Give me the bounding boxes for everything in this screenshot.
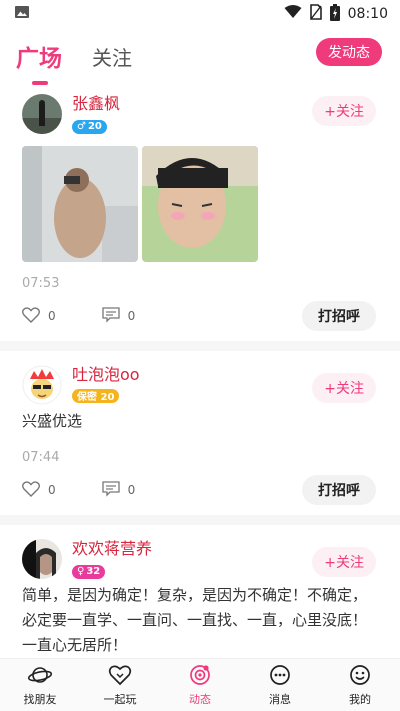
comment-action[interactable]: 0 (101, 480, 136, 500)
tab-square[interactable]: 广场 (16, 39, 62, 85)
top-bar: 广场 关注 发动态 (0, 28, 400, 85)
like-count: 0 (48, 483, 56, 497)
user-name[interactable]: 张鑫枫 (72, 94, 120, 114)
like-action[interactable]: 0 (22, 480, 56, 500)
like-action[interactable]: 0 (22, 306, 56, 326)
nav-moments[interactable]: 动态 (160, 659, 240, 711)
tab-square-label: 广场 (16, 46, 62, 72)
photo-grid (22, 146, 376, 262)
post-time: 07:44 (22, 450, 60, 465)
post-card: 张鑫枫 ♂ 20 +关注 07:53 0 0 打招呼 (0, 84, 400, 351)
status-bar: 08:10 (0, 0, 400, 28)
badge-age: 32 (86, 566, 101, 577)
post-time: 07:53 (22, 276, 60, 291)
comment-count: 0 (127, 483, 136, 497)
gender-age-badge: ♀ 32 (72, 564, 106, 579)
follow-button[interactable]: +关注 (312, 373, 376, 403)
tab-following[interactable]: 关注 (92, 42, 132, 71)
badge-age: 20 (87, 121, 102, 132)
planet-icon (27, 664, 53, 689)
bottom-nav: 找朋友 一起玩 动态 消息 我的 (0, 658, 400, 711)
heart-icon (22, 306, 40, 326)
avatar[interactable] (22, 539, 62, 579)
battery-icon (329, 3, 340, 25)
nav-play-together[interactable]: 一起玩 (80, 659, 160, 711)
gender-age-badge: ♂ 20 (72, 119, 107, 134)
female-icon: ♀ (77, 566, 85, 577)
message-icon (268, 664, 292, 689)
badge-age: 保密 20 (77, 392, 115, 403)
nav-label: 找朋友 (23, 692, 57, 706)
heart-icon (22, 480, 40, 500)
avatar[interactable] (22, 94, 62, 134)
clock-time: 08:10 (347, 6, 388, 22)
follow-button[interactable]: +关注 (312, 96, 376, 126)
nav-label: 我的 (349, 692, 371, 706)
post-text: 兴盛优选 (22, 412, 83, 430)
moments-icon (188, 664, 212, 689)
greet-button[interactable]: 打招呼 (302, 301, 376, 331)
heart-outline-icon (108, 664, 132, 689)
nav-label: 消息 (269, 692, 291, 706)
nav-label: 一起玩 (103, 692, 137, 706)
follow-button[interactable]: +关注 (312, 547, 376, 577)
smiley-icon (348, 664, 372, 689)
image-notification-icon (14, 4, 30, 24)
avatar[interactable] (22, 365, 62, 405)
comment-icon (101, 306, 120, 326)
nav-label: 动态 (189, 692, 211, 706)
post-card: 欢欢蒋营养 ♀ 32 +关注 简单，是因为确定！复杂，是因为不确定！不确定，必定… (0, 525, 400, 658)
comment-count: 0 (127, 309, 136, 323)
wifi-icon (284, 5, 302, 23)
like-count: 0 (48, 309, 56, 323)
greet-button[interactable]: 打招呼 (302, 475, 376, 505)
comment-action[interactable]: 0 (101, 306, 136, 326)
post-photo[interactable] (142, 146, 258, 262)
post-card: 吐泡泡oo 保密 20 +关注 兴盛优选 07:44 0 0 打招呼 (0, 351, 400, 525)
gender-age-badge: 保密 20 (72, 388, 120, 403)
user-name[interactable]: 欢欢蒋营养 (72, 539, 152, 559)
nav-find-friends[interactable]: 找朋友 (0, 659, 80, 711)
nav-messages[interactable]: 消息 (240, 659, 320, 711)
post-text: 简单，是因为确定！复杂，是因为不确定！不确定，必定要一直学、一直问、一直找、一直… (22, 586, 368, 654)
post-status-button[interactable]: 发动态 (316, 38, 382, 66)
user-name[interactable]: 吐泡泡oo (72, 365, 140, 385)
feed-list[interactable]: 张鑫枫 ♂ 20 +关注 07:53 0 0 打招呼 吐泡泡oo 保密 20 +… (0, 84, 400, 658)
nav-me[interactable]: 我的 (320, 659, 400, 711)
no-sim-icon (309, 4, 322, 24)
post-photo[interactable] (22, 146, 138, 262)
male-icon: ♂ (77, 121, 86, 132)
comment-icon (101, 480, 120, 500)
